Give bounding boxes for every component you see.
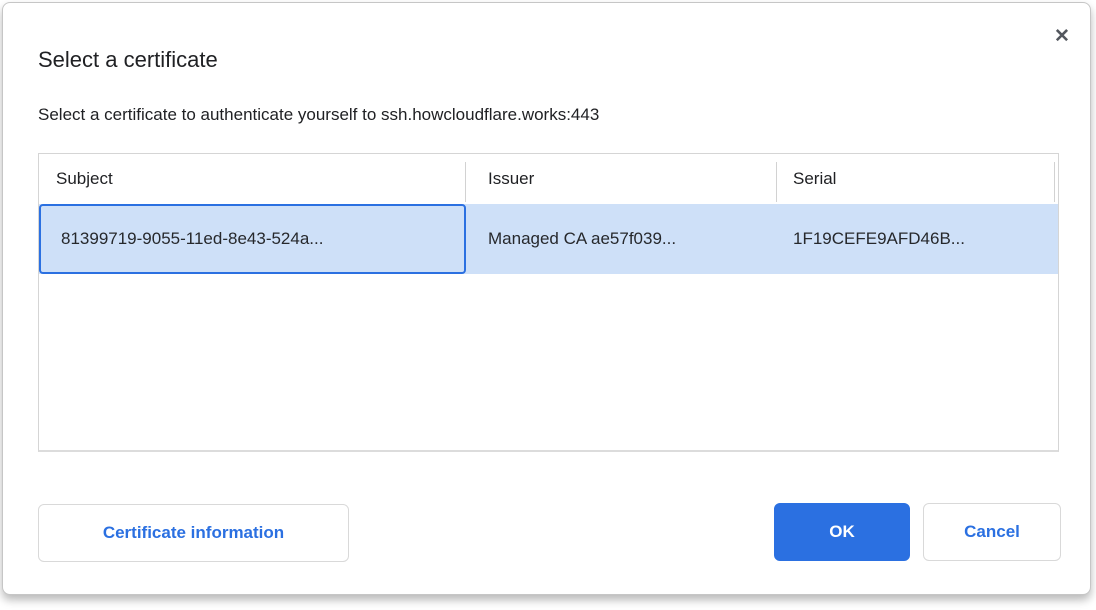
certificate-serial-cell: 1F19CEFE9AFD46B... (777, 204, 1055, 274)
column-header-issuer: Issuer (466, 154, 777, 204)
certificate-row-selected[interactable]: 81399719-9055-11ed-8e43-524a... Managed … (39, 204, 1058, 274)
certificate-information-button[interactable]: Certificate information (38, 504, 349, 562)
close-icon[interactable]: ✕ (1047, 21, 1077, 51)
dialog-subtitle: Select a certificate to authenticate you… (38, 105, 599, 125)
column-header-subject: Subject (39, 154, 466, 204)
certificate-select-dialog: ✕ Select a certificate Select a certific… (2, 2, 1091, 595)
certificate-issuer-cell: Managed CA ae57f039... (466, 204, 777, 274)
column-header-serial: Serial (777, 154, 1055, 204)
ok-button[interactable]: OK (774, 503, 910, 561)
certificate-subject-cell[interactable]: 81399719-9055-11ed-8e43-524a... (39, 204, 466, 274)
certificate-table-header: Subject Issuer Serial (39, 154, 1058, 204)
cancel-button[interactable]: Cancel (923, 503, 1061, 561)
dialog-title: Select a certificate (38, 47, 218, 73)
certificate-table: Subject Issuer Serial 81399719-9055-11ed… (38, 153, 1059, 452)
